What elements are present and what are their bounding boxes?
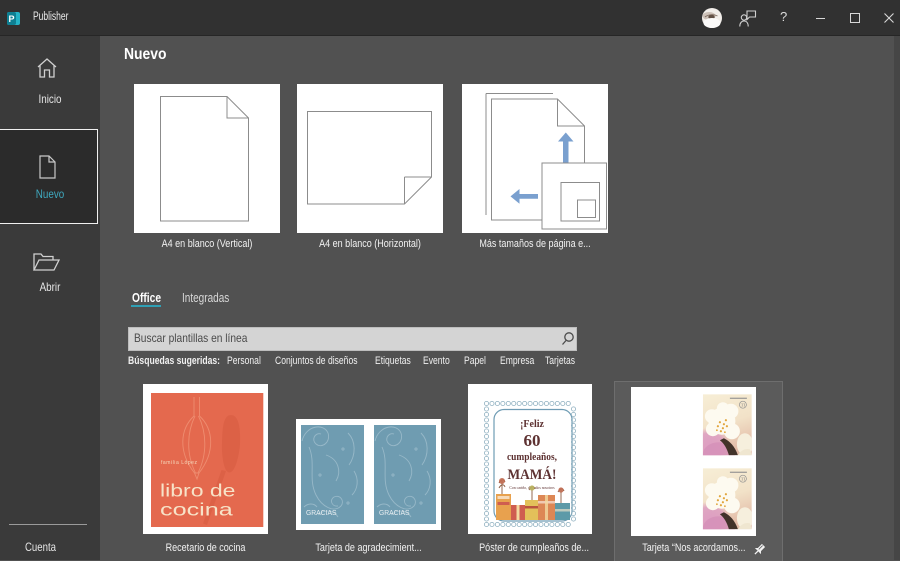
- svg-text:GRACIAS: GRACIAS: [379, 510, 410, 517]
- svg-text:libro de: libro de: [160, 481, 236, 501]
- svg-text:familia López: familia López: [161, 460, 198, 466]
- svg-text:cumpleaños,: cumpleaños,: [507, 452, 557, 463]
- svg-text:P: P: [8, 13, 14, 23]
- svg-text:60: 60: [524, 431, 541, 450]
- svg-text:¡Feliz: ¡Feliz: [520, 419, 544, 430]
- svg-text:GRACIAS: GRACIAS: [306, 510, 337, 517]
- svg-text:cocina: cocina: [160, 500, 233, 520]
- svg-text:MAMÁ!: MAMÁ!: [508, 466, 557, 483]
